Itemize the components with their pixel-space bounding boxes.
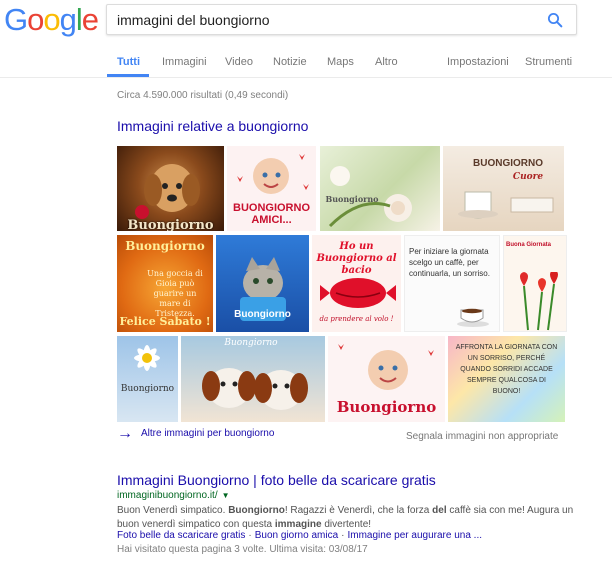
tab-altro[interactable]: Altro: [375, 56, 398, 68]
thumb-caption: AFFRONTA LA GIORNATA CON UN SORRISO, PER…: [455, 344, 558, 395]
snippet-highlight: immagine: [274, 519, 322, 530]
thumb-caption: Buongiorno: [234, 309, 291, 320]
thumb-caption-bottom: Felice Sabato !: [119, 315, 211, 328]
search-box: [106, 4, 577, 35]
tab-strumenti[interactable]: Strumenti: [525, 56, 572, 68]
image-thumb[interactable]: BUONGIORNO AMICI...: [227, 146, 316, 231]
dropdown-caret-icon[interactable]: ▼: [222, 491, 230, 500]
snippet-text: ! Ragazzi è Venerdì, che la forza: [284, 505, 433, 516]
thumb-subcaption: da prendere al volo !: [319, 315, 394, 323]
thumb-caption: Ho un Buongiorno al bacio: [316, 241, 397, 276]
image-thumb[interactable]: Buongiorno: [117, 336, 178, 422]
image-thumb[interactable]: AFFRONTA LA GIORNATA CON UN SORRISO, PER…: [448, 336, 565, 422]
result-snippet: Buon Venerdì simpatico. Buongiorno! Raga…: [117, 504, 587, 532]
search-icon: [547, 12, 563, 28]
logo-letter: o: [27, 2, 44, 37]
image-thumb[interactable]: Ho un Buongiorno al bacio da prendere al…: [312, 235, 401, 332]
thumb-caption: Buongiorno: [325, 194, 379, 204]
image-thumb[interactable]: Per iniziare la giornata scelgo un caffè…: [404, 235, 500, 332]
image-thumb[interactable]: Buongiorno: [117, 146, 224, 231]
search-tabs: Tutti Immagini Video Notizie Maps Altro …: [0, 42, 612, 78]
search-input[interactable]: [117, 10, 527, 30]
tab-immagini[interactable]: Immagini: [162, 56, 207, 68]
image-thumb[interactable]: Buona Giornata: [503, 235, 567, 332]
daisy-picture: [134, 345, 160, 371]
logo-letter: o: [43, 2, 60, 37]
thumb-caption: BUONGIORNO AMICI...: [233, 202, 310, 226]
snippet-highlight: Buongiorno: [228, 505, 285, 516]
arrow-right-icon: →: [117, 424, 133, 442]
image-thumb[interactable]: BUONGIORNO Cuore: [443, 146, 564, 231]
thumb-quote: Una goccia di Gioia può guarire un mare …: [147, 269, 203, 318]
thumb-subcaption: Cuore: [512, 172, 544, 182]
result-url: immaginibuongiorno.it/ ▼: [117, 490, 230, 501]
snippet-text: Buon Venerdì simpatico.: [117, 505, 229, 516]
logo-letter: G: [4, 2, 28, 37]
sitelink-separator: ·: [248, 530, 252, 541]
result-url-text: immaginibuongiorno.it/: [117, 490, 218, 501]
tab-impostazioni[interactable]: Impostazioni: [447, 56, 509, 68]
sitelink[interactable]: Immagine per augurare una ...: [347, 530, 482, 541]
thumb-caption: Buona Giornata: [506, 242, 552, 248]
tab-maps[interactable]: Maps: [327, 56, 354, 68]
sitelink-separator: ·: [341, 530, 345, 541]
report-images-link[interactable]: Segnala immagini non appropriate: [406, 431, 558, 442]
search-button[interactable]: [546, 11, 564, 29]
image-thumb[interactable]: Buongiorno: [216, 235, 309, 332]
sitelink[interactable]: Buon giorno amica: [255, 530, 338, 541]
tab-notizie[interactable]: Notizie: [273, 56, 307, 68]
sitelink[interactable]: Foto belle da scaricare gratis: [117, 530, 245, 541]
thumb-caption: Buongiorno: [224, 338, 278, 348]
more-images-link[interactable]: → Altre immagini per buongiorno: [117, 424, 275, 442]
image-thumb[interactable]: Buongiorno Una goccia di Gioia può guari…: [117, 235, 213, 332]
thumb-caption: Buongiorno: [336, 398, 437, 416]
tulips-picture: [520, 272, 558, 331]
thumb-caption: Buongiorno: [125, 239, 205, 253]
thumb-caption: BUONGIORNO: [473, 158, 543, 169]
roses-picture: [328, 166, 412, 228]
thumb-caption: Buongiorno: [127, 218, 214, 231]
snippet-text: divertente!: [321, 519, 372, 530]
result-title-link[interactable]: Immagini Buongiorno | foto belle da scar…: [117, 472, 436, 488]
tab-video[interactable]: Video: [225, 56, 253, 68]
puppies-picture: [202, 368, 308, 410]
tab-tutti[interactable]: Tutti: [117, 56, 140, 68]
thumb-caption: Buongiorno: [120, 384, 175, 394]
images-section-heading[interactable]: Immagini relative a buongiorno: [117, 118, 308, 134]
google-logo[interactable]: Google: [4, 2, 99, 38]
active-tab-indicator: [107, 74, 149, 77]
coffee-cup-icon: [457, 308, 489, 327]
thumb-caption: Per iniziare la giornata scelgo un caffè…: [409, 247, 490, 278]
more-images-label: Altre immagini per buongiorno: [141, 428, 275, 439]
image-thumb[interactable]: Buongiorno: [328, 336, 445, 422]
result-stats: Circa 4.590.000 risultati (0,49 secondi): [117, 90, 289, 101]
image-thumb[interactable]: Buongiorno: [320, 146, 440, 231]
visited-note: Hai visitato questa pagina 3 volte. Ulti…: [117, 544, 368, 555]
image-thumb[interactable]: Buongiorno: [181, 336, 325, 422]
logo-letter: g: [59, 2, 77, 37]
result-sitelinks: Foto belle da scaricare gratis · Buon gior…: [117, 530, 482, 541]
snippet-highlight: del: [432, 505, 447, 516]
logo-letter: e: [81, 2, 99, 37]
